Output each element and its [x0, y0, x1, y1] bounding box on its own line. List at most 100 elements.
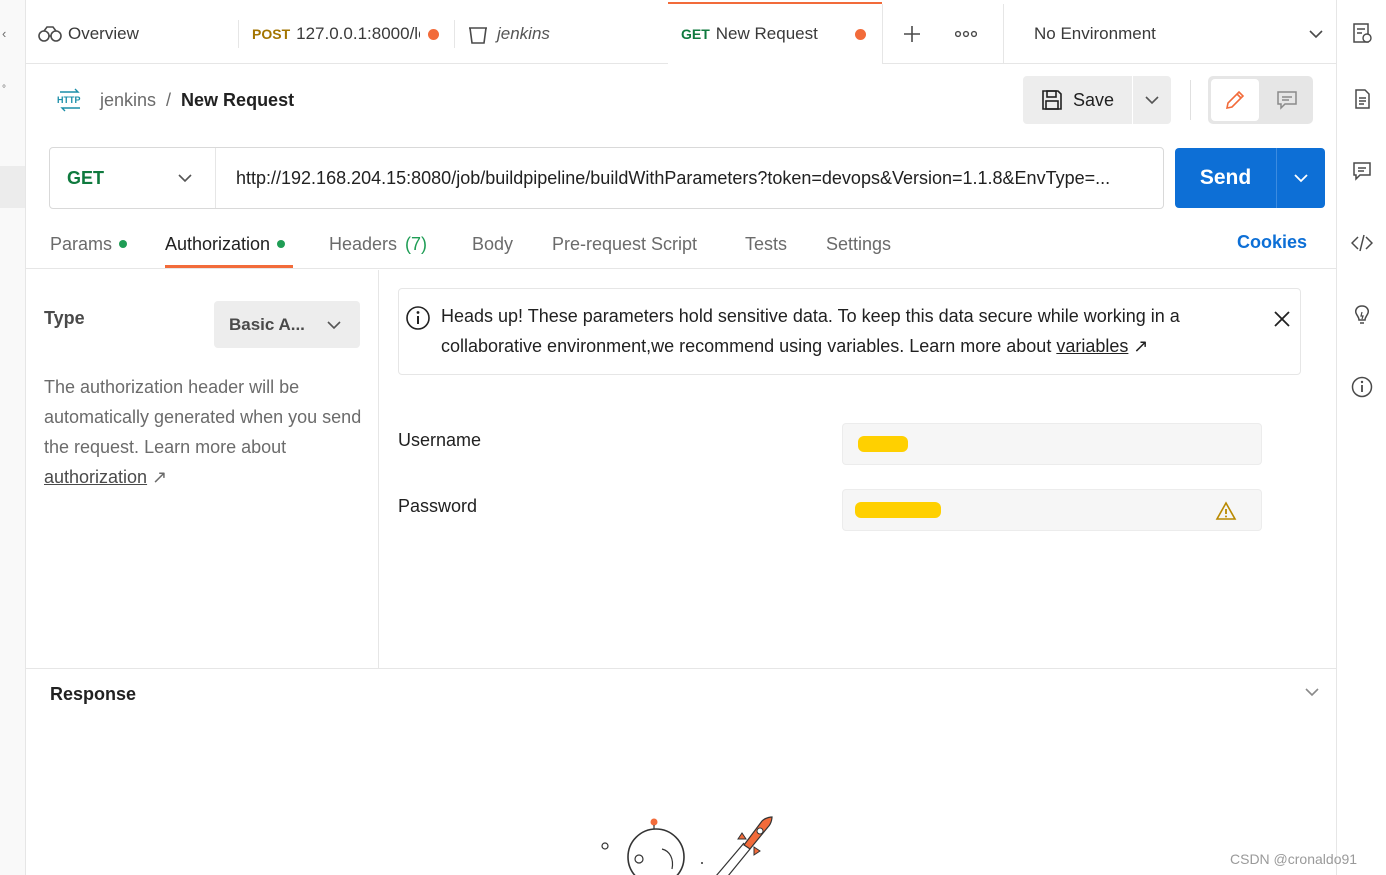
unsaved-dot-icon [428, 28, 440, 40]
pencil-icon [1225, 90, 1245, 110]
headers-count: (7) [405, 233, 428, 254]
tab-label: New Request [715, 24, 818, 43]
comment-mode-button[interactable] [1264, 79, 1310, 121]
lightbulb-icon[interactable] [1351, 304, 1373, 326]
external-link-icon: ↗ [1133, 336, 1149, 356]
request-tabs: Params Authorization Headers (7) Body Pre… [26, 222, 1336, 269]
tab-headers[interactable]: Headers (7) [329, 232, 427, 256]
edit-mode-button[interactable] [1211, 79, 1259, 121]
tab-label: Settings [826, 233, 892, 254]
username-field[interactable] [842, 423, 1262, 465]
active-dot-icon [277, 240, 286, 248]
save-icon [1042, 90, 1062, 110]
tab-label: Headers [329, 233, 398, 254]
chevron-down-icon [1145, 96, 1159, 105]
tab-label: Tests [745, 233, 788, 254]
chevron-left-icon[interactable]: ‹ [2, 26, 6, 41]
environment-label: No Environment [1034, 24, 1156, 43]
breadcrumb-separator: / [166, 89, 172, 110]
tab-settings[interactable]: Settings [826, 232, 891, 256]
save-button[interactable]: Save [1023, 76, 1132, 124]
auth-type-label: Type [44, 308, 85, 328]
active-dot-icon [119, 240, 128, 248]
tab-label: Overview [68, 24, 139, 43]
alert-message: Heads up! These parameters hold sensitiv… [441, 301, 1261, 361]
variables-link[interactable]: variables [1056, 336, 1128, 356]
password-label: Password [398, 496, 478, 516]
chevron-down-icon [327, 320, 341, 329]
tab-divider [238, 20, 239, 48]
send-button[interactable]: Send [1175, 148, 1277, 208]
auth-type-value: Basic A... [229, 314, 305, 334]
svg-text:HTTP: HTTP [57, 95, 81, 105]
http-request-icon: HTTP [57, 88, 81, 112]
breadcrumb: HTTP jenkins / New Request [56, 86, 294, 114]
dot-icon: ° [2, 84, 6, 95]
plus-icon [904, 26, 920, 42]
tab-label: 127.0.0.1:8000/lo [296, 24, 421, 43]
tab-bar: Overview POST 127.0.0.1:8000/lo jenkins … [26, 0, 1336, 64]
username-label: Username [398, 430, 482, 450]
tab-label: Params [50, 233, 113, 254]
info-icon[interactable] [1351, 376, 1373, 398]
comments-icon[interactable] [1351, 160, 1373, 182]
send-options-button[interactable] [1277, 148, 1325, 208]
response-panel: Response [26, 668, 1336, 875]
chevron-down-icon[interactable] [1304, 687, 1320, 697]
authorization-link[interactable]: authorization [44, 467, 147, 487]
environment-quick-look-icon[interactable] [1351, 22, 1373, 44]
left-sidebar-strip: ‹ ° [0, 0, 26, 875]
unsaved-dot-icon [855, 28, 866, 40]
tab-label: Body [472, 233, 514, 254]
astronaut-rocket-illustration [601, 816, 773, 875]
tab-label: jenkins [497, 24, 550, 43]
tab-overview[interactable]: Overview [38, 4, 139, 64]
more-tabs-button[interactable] [955, 4, 977, 64]
password-field[interactable] [842, 489, 1262, 531]
close-icon[interactable] [1272, 309, 1292, 329]
tab-post-request[interactable]: POST 127.0.0.1:8000/lo [252, 4, 442, 64]
auth-type-select[interactable]: Basic A... [214, 301, 360, 348]
redaction-mask [855, 502, 941, 518]
info-icon [406, 306, 430, 330]
documentation-icon[interactable] [1351, 88, 1373, 110]
response-title: Response [50, 684, 137, 704]
method-badge-post: POST [252, 26, 291, 42]
warning-icon[interactable] [1215, 501, 1237, 521]
external-link-icon: ↗ [152, 467, 168, 487]
auth-description-text: The authorization header will be automat… [44, 377, 362, 457]
save-options-button[interactable] [1133, 76, 1171, 124]
watermark: CSDN @cronaldo91 [1230, 851, 1358, 867]
tab-jenkins-collection[interactable]: jenkins [467, 4, 550, 64]
auth-credentials-panel: Heads up! These parameters hold sensitiv… [380, 270, 1336, 668]
cookies-link[interactable]: Cookies [1237, 232, 1307, 253]
save-label: Save [1073, 89, 1115, 110]
tab-new-request[interactable]: GET New Request [668, 2, 882, 64]
collection-icon [469, 27, 487, 44]
tab-divider [882, 4, 883, 64]
url-bar: GET http://192.168.204.15:8080/job/build… [49, 147, 1164, 209]
tab-pre-request-script[interactable]: Pre-request Script [552, 232, 697, 256]
tab-body[interactable]: Body [472, 232, 513, 256]
environment-selector[interactable]: No Environment [1034, 4, 1324, 64]
more-options-icon [955, 30, 977, 38]
tab-tests[interactable]: Tests [745, 232, 787, 256]
code-icon[interactable] [1350, 232, 1374, 254]
page-title[interactable]: New Request [181, 90, 294, 111]
sidebar-selected-item[interactable] [0, 166, 25, 208]
tab-divider [1003, 4, 1004, 64]
redaction-mask [858, 436, 908, 452]
postman-window: ‹ ° Overview POST 127.0.0.1:8000/lo jenk… [0, 0, 1386, 875]
tab-authorization[interactable]: Authorization [165, 232, 286, 256]
right-sidebar-strip [1336, 0, 1386, 875]
tab-label: Authorization [165, 233, 271, 254]
url-input[interactable]: http://192.168.204.15:8080/job/buildpipe… [216, 168, 1163, 189]
overview-icon [38, 26, 62, 42]
comment-icon [1277, 91, 1297, 110]
method-select[interactable]: GET [50, 148, 216, 208]
toolbar-divider [1190, 80, 1191, 120]
tab-params[interactable]: Params [50, 232, 128, 256]
chevron-down-icon [178, 174, 192, 183]
new-tab-button[interactable] [902, 4, 922, 64]
breadcrumb-parent[interactable]: jenkins [100, 90, 156, 111]
